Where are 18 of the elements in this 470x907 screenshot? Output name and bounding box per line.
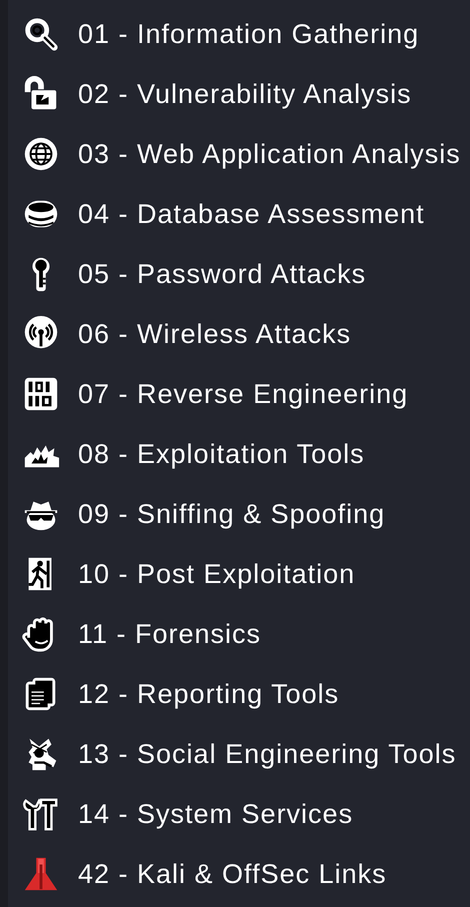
menu-item[interactable]: 02 - Vulnerability Analysis [78,78,412,110]
menu-item[interactable]: 04 - Database Assessment [78,198,425,230]
menu-item[interactable]: 03 - Web Application Analysis [78,138,461,170]
menu-item[interactable]: 05 - Password Attacks [78,258,366,290]
menu-item[interactable]: 01 - Information Gathering [78,18,420,50]
menu-item[interactable]: 06 - Wireless Attacks [78,318,352,350]
globe-icon [22,135,60,173]
menu-item[interactable]: 08 - Exploitation Tools [78,438,365,470]
menu-item[interactable]: 09 - Sniffing & Spoofing [78,498,386,530]
binary-icon [22,375,60,413]
menu-item[interactable]: 13 - Social Engineering Tools [78,738,456,770]
menu-item[interactable]: 42 - Kali & OffSec Links [78,858,387,890]
menu-item[interactable]: 14 - System Services [78,798,354,830]
menu-item[interactable]: 10 - Post Exploitation [78,558,356,590]
menu-item[interactable]: 11 - Forensics [78,618,262,650]
flask-icon [22,855,60,893]
menu-item[interactable]: 07 - Reverse Engineering [78,378,408,410]
menu-item[interactable]: 12 - Reporting Tools [78,678,340,710]
